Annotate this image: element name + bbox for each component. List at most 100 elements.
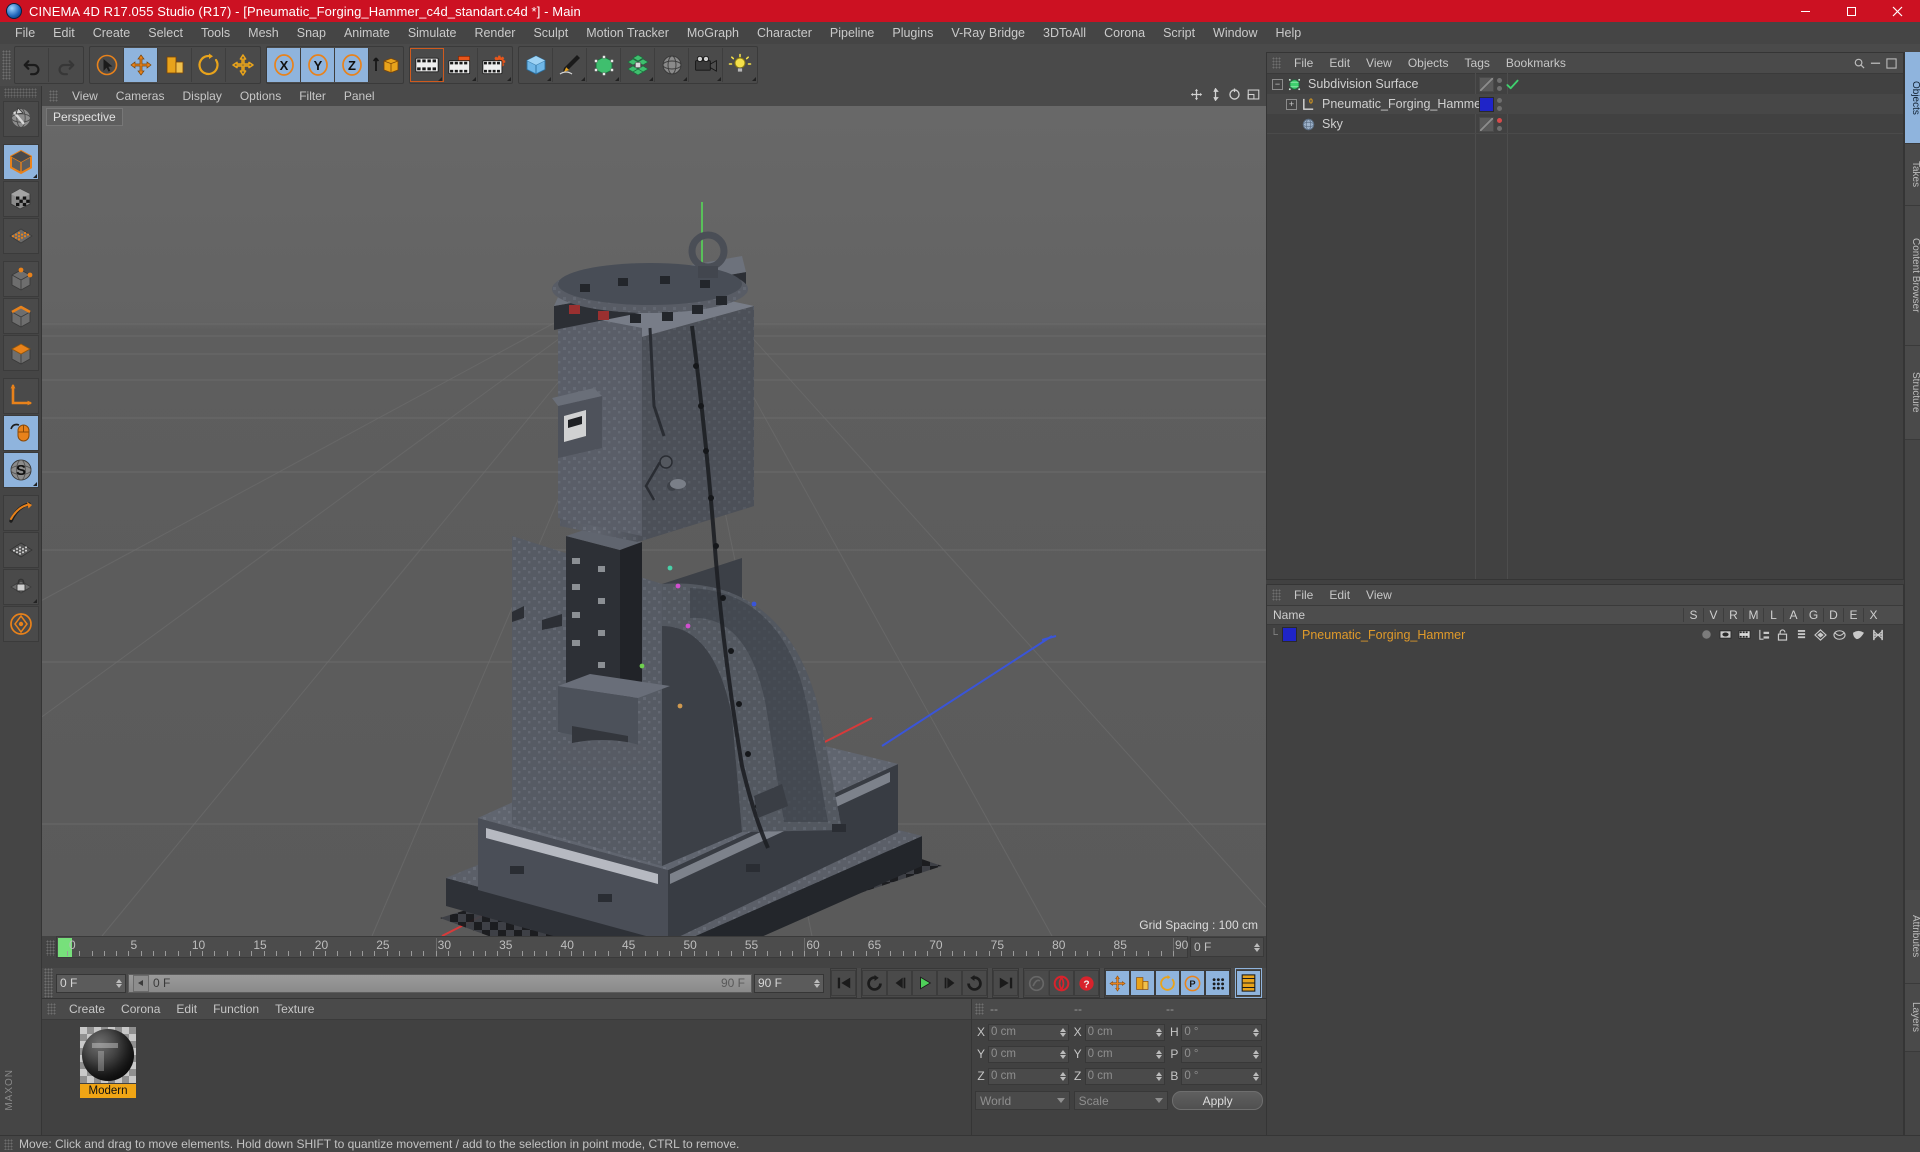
object-enabled-check-icon[interactable] bbox=[1506, 78, 1519, 91]
size-z-input[interactable]: 0 cm bbox=[1084, 1067, 1166, 1085]
material-menu-texture[interactable]: Texture bbox=[267, 999, 322, 1019]
toolbar-grip[interactable] bbox=[2, 50, 11, 80]
lock-z-axis-button[interactable]: Z bbox=[335, 48, 369, 82]
layer-column-a[interactable]: A bbox=[1783, 608, 1803, 622]
coordinate-system-dropdown[interactable]: World bbox=[975, 1091, 1070, 1110]
object-menu-objects[interactable]: Objects bbox=[1400, 53, 1457, 73]
rotate-tool-button[interactable] bbox=[192, 48, 226, 82]
size-x-input[interactable]: 0 cm bbox=[1084, 1023, 1166, 1041]
layer-column-l[interactable]: L bbox=[1763, 608, 1783, 622]
scrubber-knob[interactable] bbox=[133, 974, 149, 992]
layer-solo-icon[interactable] bbox=[1697, 625, 1716, 644]
viewport-3d-canvas[interactable]: Y Z X Perspective Grid Spacing : 100 cm bbox=[42, 106, 1266, 936]
object-visibility-toggle[interactable] bbox=[1479, 76, 1494, 92]
planar-workplane-button[interactable] bbox=[3, 606, 39, 642]
position-x-input[interactable]: 0 cm bbox=[988, 1023, 1069, 1041]
menu-item-animate[interactable]: Animate bbox=[335, 22, 399, 44]
layer-menu-view[interactable]: View bbox=[1358, 585, 1400, 605]
material-menu-edit[interactable]: Edit bbox=[168, 999, 205, 1019]
viewport-perspective-label[interactable]: Perspective bbox=[46, 108, 123, 126]
layer-menu-file[interactable]: File bbox=[1286, 585, 1321, 605]
layer-column-e[interactable]: E bbox=[1843, 608, 1863, 622]
scene-environment-button[interactable] bbox=[655, 48, 689, 82]
go-to-end-button[interactable] bbox=[993, 970, 1018, 996]
viewport-menu-view[interactable]: View bbox=[63, 86, 107, 106]
undo-button[interactable] bbox=[15, 48, 49, 82]
quantize-grid-button[interactable] bbox=[3, 532, 39, 568]
redo-button[interactable] bbox=[49, 48, 83, 82]
object-visibility-toggle[interactable] bbox=[1479, 116, 1494, 132]
polygon-mode-button[interactable] bbox=[3, 335, 39, 371]
layer-visible-icon[interactable] bbox=[1716, 625, 1735, 644]
size-y-input[interactable]: 0 cm bbox=[1084, 1045, 1166, 1063]
object-menu-view[interactable]: View bbox=[1358, 53, 1400, 73]
object-row-sky[interactable]: Sky bbox=[1267, 114, 1903, 134]
lock-x-axis-button[interactable]: X bbox=[267, 48, 301, 82]
workplane-mode-button[interactable] bbox=[3, 218, 39, 254]
menu-item-corona[interactable]: Corona bbox=[1095, 22, 1154, 44]
generator-nurbs-button[interactable] bbox=[587, 48, 621, 82]
world-object-coordinate-button[interactable] bbox=[369, 48, 403, 82]
object-layer-color-swatch[interactable] bbox=[1479, 96, 1494, 112]
render-to-picture-viewer-button[interactable] bbox=[444, 48, 478, 82]
current-frame-spinner[interactable] bbox=[116, 978, 122, 988]
go-to-start-button[interactable] bbox=[831, 970, 856, 996]
transport-grip[interactable] bbox=[44, 968, 53, 998]
key-param-button[interactable]: P bbox=[1180, 970, 1205, 996]
material-manager-grip[interactable] bbox=[47, 1003, 56, 1015]
menu-item-render[interactable]: Render bbox=[465, 22, 524, 44]
object-panel-maximize-icon[interactable] bbox=[1886, 57, 1897, 69]
move-tool-button[interactable] bbox=[124, 48, 158, 82]
render-settings-button[interactable] bbox=[478, 48, 512, 82]
object-editor-render-dots[interactable] bbox=[1494, 77, 1505, 91]
object-manager-grip[interactable] bbox=[1272, 57, 1281, 69]
range-end-field[interactable]: 90 F bbox=[754, 973, 824, 993]
texture-mode-button[interactable] bbox=[3, 181, 39, 217]
coordinates-grip[interactable] bbox=[975, 1003, 984, 1015]
menu-item-help[interactable]: Help bbox=[1267, 22, 1311, 44]
layer-column-d[interactable]: D bbox=[1823, 608, 1843, 622]
viewport-solo-mouse-button[interactable] bbox=[3, 415, 39, 451]
range-end-spinner[interactable] bbox=[814, 978, 820, 988]
snap-enable-button[interactable]: S bbox=[3, 452, 39, 488]
object-menu-bookmarks[interactable]: Bookmarks bbox=[1498, 53, 1574, 73]
object-panel-minimize-icon[interactable] bbox=[1870, 58, 1881, 69]
play-backwards-button[interactable] bbox=[862, 970, 887, 996]
timeline-scrubber[interactable]: 0 F 90 F bbox=[128, 973, 752, 993]
menu-item-pipeline[interactable]: Pipeline bbox=[821, 22, 883, 44]
material-menu-function[interactable]: Function bbox=[205, 999, 267, 1019]
keyframe-selection-button[interactable]: ? bbox=[1074, 970, 1099, 996]
vtab-takes[interactable]: Takes bbox=[1905, 144, 1920, 206]
autokeying-button[interactable] bbox=[1049, 970, 1074, 996]
vtab-layers[interactable]: Layers bbox=[1905, 984, 1920, 1052]
add-cube-primitive-button[interactable] bbox=[519, 48, 553, 82]
viewport-menu-panel[interactable]: Panel bbox=[335, 86, 384, 106]
menu-item-character[interactable]: Character bbox=[748, 22, 821, 44]
layer-color-swatch[interactable] bbox=[1282, 627, 1297, 642]
viewport-menu-filter[interactable]: Filter bbox=[290, 86, 335, 106]
record-active-objects-button[interactable] bbox=[1024, 970, 1049, 996]
material-preview-thumbnail[interactable] bbox=[80, 1027, 136, 1083]
menu-item-create[interactable]: Create bbox=[84, 22, 140, 44]
object-row-pneumatic-forging-hammer[interactable]: + 0 Pneumatic_Forging_Hammer bbox=[1267, 94, 1903, 114]
vtab-content-browser[interactable]: Content Browser bbox=[1905, 206, 1920, 346]
object-menu-edit[interactable]: Edit bbox=[1321, 53, 1358, 73]
tree-expand-icon[interactable]: + bbox=[1286, 98, 1297, 110]
timeline-end-field[interactable]: 0 F bbox=[1190, 937, 1264, 957]
layer-generators-icon[interactable] bbox=[1811, 625, 1830, 644]
model-mode-button[interactable] bbox=[3, 144, 39, 180]
layer-menu-edit[interactable]: Edit bbox=[1321, 585, 1358, 605]
material-item[interactable]: Modern bbox=[80, 1027, 136, 1098]
vtab-structure[interactable]: Structure bbox=[1905, 346, 1920, 440]
left-palette-grip[interactable] bbox=[4, 88, 37, 98]
layer-column-v[interactable]: V bbox=[1703, 608, 1723, 622]
transform-mode-dropdown[interactable]: Scale bbox=[1073, 1091, 1169, 1110]
layer-column-s[interactable]: S bbox=[1683, 608, 1703, 622]
workplane-lock-button[interactable] bbox=[3, 495, 39, 531]
layer-row[interactable]: └ Pneumatic_Forging_Hammer bbox=[1267, 625, 1903, 644]
layer-lock-icon[interactable] bbox=[1773, 625, 1792, 644]
viewport-rotate-icon[interactable] bbox=[1228, 88, 1241, 101]
object-row-subdivision-surface[interactable]: − Subdivision Surface bbox=[1267, 74, 1903, 94]
material-menu-create[interactable]: Create bbox=[61, 999, 113, 1019]
vtab-objects[interactable]: Objects bbox=[1905, 52, 1920, 144]
